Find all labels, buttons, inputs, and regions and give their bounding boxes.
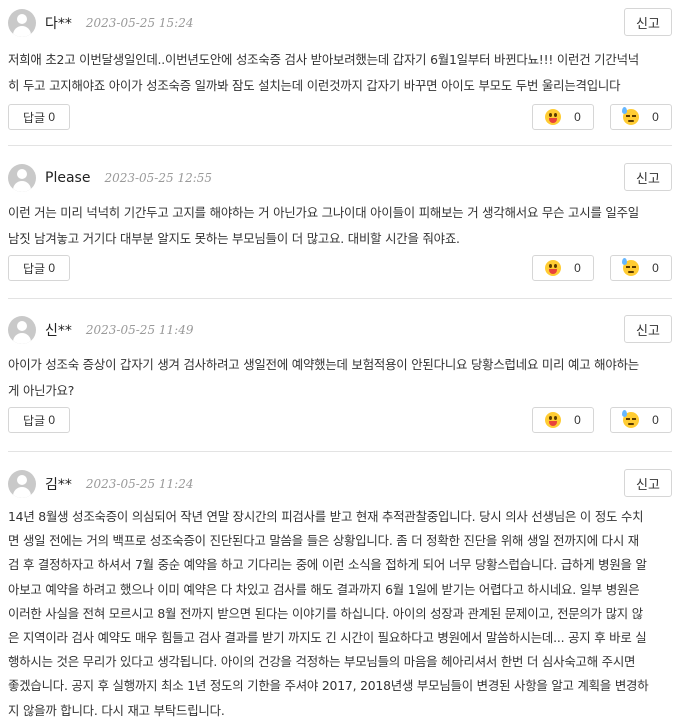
like-reaction-button[interactable]: 0 (532, 104, 594, 130)
comment-author: Please (45, 170, 91, 186)
sad-count: 0 (652, 413, 659, 427)
comment-line: 아이가 성조숙 증상이 갑자기 생겨 검사하려고 생일전에 예약했는데 보험적용… (8, 357, 639, 372)
comment-header: 김** 2023-05-25 11:24 (8, 469, 193, 499)
comment-divider (8, 298, 672, 299)
like-count: 0 (574, 110, 581, 124)
comment-date: 2023-05-25 12:55 (104, 171, 213, 185)
report-button[interactable]: 신고 (624, 8, 672, 36)
comment-author: 김** (45, 477, 72, 493)
report-button[interactable]: 신고 (624, 469, 672, 497)
comment-line: 검 후 결정하자고 하셔서 7월 중순 예약을 하고 기다리는 중에 이런 소식… (8, 557, 647, 573)
sweating-face-icon (622, 410, 640, 428)
comment-author: 다** (45, 16, 72, 32)
sad-reaction-button[interactable]: 0 (610, 255, 672, 281)
sad-reaction-button[interactable]: 0 (610, 104, 672, 130)
comment-text: 이런 거는 미리 넉넉히 기간두고 고지를 해야하는 거 아닌가요 그나이대 아… (8, 200, 672, 251)
reply-count: 0 (48, 261, 56, 275)
sad-reaction-button[interactable]: 0 (610, 407, 672, 433)
sad-count: 0 (652, 110, 659, 124)
comment-line: 14년 8월생 성조숙증이 의심되어 작년 연말 장시간의 피검사를 받고 현재… (8, 509, 644, 524)
reply-button[interactable]: 답글 0 (8, 255, 70, 281)
comment-header: 다** 2023-05-25 15:24 (8, 8, 193, 38)
comment-line: 면 생일 전에는 거의 백프로 성조숙증이 진단된다고 말씀을 들은 상황입니다… (8, 533, 640, 549)
comment-text: 저희애 초2고 이번달생일인데..이번년도안에 성조숙증 검사 받아보려했는데 … (8, 47, 672, 98)
comment-divider (8, 145, 672, 146)
comment-date: 2023-05-25 11:24 (85, 477, 194, 491)
reply-count: 0 (48, 110, 56, 124)
comment-author: 신** (45, 323, 72, 339)
user-avatar-icon (8, 164, 36, 192)
grinning-face-icon (545, 260, 562, 276)
comment-date: 2023-05-25 15:24 (85, 16, 194, 30)
comment-line: 은 지역이라 검사 예약도 매우 힘들고 검사 결과를 받기 까지도 긴 시간이… (8, 630, 647, 646)
comment-line: 이런 거는 미리 넉넉히 기간두고 고지를 해야하는 거 아닌가요 그나이대 아… (8, 205, 639, 220)
grinning-face-icon (545, 109, 562, 125)
comment-date: 2023-05-25 11:49 (85, 323, 194, 337)
comment-line: 행하시는 것은 무리가 있다고 생각됩니다. 아이의 건강을 걱정하는 부모님들… (8, 654, 636, 670)
reply-button[interactable]: 답글 0 (8, 104, 70, 130)
comment-line: 이러한 사실을 전혀 모르시고 8월 전까지 받으면 된다는 이야기를 하십니다… (8, 605, 643, 621)
like-count: 0 (574, 261, 581, 275)
comment-line: 저희애 초2고 이번달생일인데..이번년도안에 성조숙증 검사 받아보려했는데 … (8, 52, 639, 67)
sweating-face-icon (622, 258, 640, 276)
comment-line: 아보고 예약을 하려고 했으나 이미 예약은 다 차있고 검사를 해도 결과까지… (8, 581, 640, 597)
comment-line: 게 아닌가요? (8, 382, 75, 398)
grinning-face-icon (545, 412, 562, 428)
comment-line: 좋겠습니다. 공지 후 실행까지 최소 1년 정도의 기한을 주셔야 2017,… (8, 678, 649, 694)
comment-text: 아이가 성조숙 증상이 갑자기 생겨 검사하려고 생일전에 예약했는데 보험적용… (8, 352, 672, 403)
comment-line: 남짓 남겨놓고 거기다 대부분 알지도 못하는 부모님들이 더 많고요. 대비할… (8, 230, 460, 246)
user-avatar-icon (8, 470, 36, 498)
user-avatar-icon (8, 9, 36, 37)
reply-label: 답글 (22, 261, 46, 276)
comment-divider (8, 451, 672, 452)
user-avatar-icon (8, 316, 36, 344)
comment-header: 신** 2023-05-25 11:49 (8, 315, 193, 345)
comment-text: 14년 8월생 성조숙증이 의심되어 작년 연말 장시간의 피검사를 받고 현재… (8, 505, 672, 723)
reply-label: 답글 (22, 413, 46, 428)
comment-line: 히 두고 고지해야죠 아이가 성조숙증 일까봐 잠도 설치는데 이런것까지 갑자… (8, 77, 621, 93)
report-button[interactable]: 신고 (624, 163, 672, 191)
like-count: 0 (574, 413, 581, 427)
comment-header: Please 2023-05-25 12:55 (8, 163, 212, 193)
report-button[interactable]: 신고 (624, 315, 672, 343)
reply-label: 답글 (22, 110, 46, 125)
sweating-face-icon (622, 107, 640, 125)
sad-count: 0 (652, 261, 659, 275)
reply-button[interactable]: 답글 0 (8, 407, 70, 433)
reply-count: 0 (48, 413, 56, 427)
like-reaction-button[interactable]: 0 (532, 407, 594, 433)
comment-line: 지 않을까 합니다. 다시 재고 부탁드립니다. (8, 702, 225, 718)
like-reaction-button[interactable]: 0 (532, 255, 594, 281)
